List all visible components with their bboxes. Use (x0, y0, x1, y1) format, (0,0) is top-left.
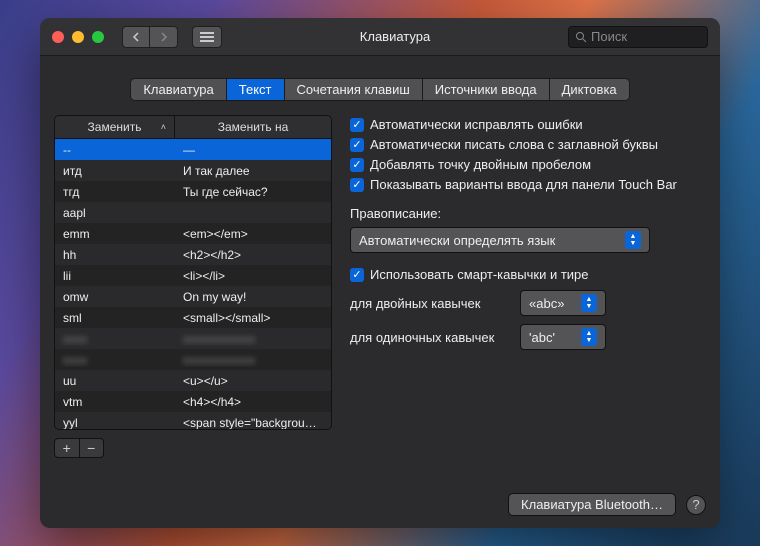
table-row[interactable]: --— (55, 139, 331, 160)
single-quotes-popup[interactable]: 'abc' ▲▼ (520, 324, 606, 350)
help-button[interactable]: ? (686, 495, 706, 515)
table-row[interactable]: hh<h2></h2> (55, 244, 331, 265)
spelling-label: Правописание: (350, 206, 706, 221)
table-row[interactable]: lii<li></li> (55, 265, 331, 286)
cell-with: <u></u> (175, 374, 331, 388)
sort-ascending-icon: ˄ (161, 122, 166, 132)
cell-with: <h2></h2> (175, 248, 331, 262)
minimize-icon[interactable] (72, 31, 84, 43)
checkbox-auto-correct[interactable]: ✓ (350, 118, 364, 132)
cell-with: <h4></h4> (175, 395, 331, 409)
table-row[interactable]: xxxxxxxxxxxxxxxx (55, 349, 331, 370)
label-auto-correct: Автоматически исправлять ошибки (370, 117, 583, 132)
cell-replace: omw (55, 290, 175, 304)
table-row[interactable]: aapl (55, 202, 331, 223)
checkbox-double-space-period[interactable]: ✓ (350, 158, 364, 172)
cell-replace: emm (55, 227, 175, 241)
search-icon (575, 31, 587, 43)
updown-arrows-icon: ▲▼ (581, 294, 597, 312)
show-all-button[interactable] (192, 26, 222, 48)
search-input[interactable]: Поиск (568, 26, 708, 48)
cell-replace: sml (55, 311, 175, 325)
zoom-icon[interactable] (92, 31, 104, 43)
label-double-space-period: Добавлять точку двойным пробелом (370, 157, 591, 172)
cell-replace: тгд (55, 185, 175, 199)
table-row[interactable]: emm<em></em> (55, 223, 331, 244)
spelling-value: Автоматически определять язык (359, 233, 555, 248)
window-title: Клавиатура (230, 29, 560, 44)
cell-with: Ты где сейчас? (175, 185, 331, 199)
updown-arrows-icon: ▲▼ (625, 231, 641, 249)
cell-replace: hh (55, 248, 175, 262)
cell-with: <span style="background… (175, 416, 331, 430)
cell-with: <em></em> (175, 227, 331, 241)
column-replace[interactable]: Заменить ˄ (55, 116, 175, 138)
cell-replace: uu (55, 374, 175, 388)
double-quotes-popup[interactable]: «abc» ▲▼ (520, 290, 606, 316)
tab-keyboard[interactable]: Клавиатура (131, 79, 226, 100)
double-quotes-label: для двойных кавычек (350, 296, 510, 311)
grid-icon (200, 32, 214, 42)
cell-replace: итд (55, 164, 175, 178)
cell-with: <li></li> (175, 269, 331, 283)
cell-with: <small></small> (175, 311, 331, 325)
replacements-table: Заменить ˄ Заменить на --—итдИ так далее… (54, 115, 332, 430)
add-button[interactable]: + (55, 439, 80, 457)
table-row[interactable]: yyl<span style="background… (55, 412, 331, 429)
table-row[interactable]: vtm<h4></h4> (55, 391, 331, 412)
bluetooth-keyboard-button[interactable]: Клавиатура Bluetooth… (508, 493, 676, 516)
updown-arrows-icon: ▲▼ (581, 328, 597, 346)
single-quotes-label: для одиночных кавычек (350, 330, 510, 345)
window-controls (52, 31, 104, 43)
tab-bar: Клавиатура Текст Сочетания клавиш Источн… (40, 78, 720, 101)
table-row[interactable]: xxxxxxxxxxxxxxxx (55, 328, 331, 349)
forward-button[interactable] (150, 26, 178, 48)
cell-replace: xxxx (55, 332, 175, 346)
cell-replace: yyl (55, 416, 175, 430)
nav-back-forward (122, 26, 178, 48)
cell-with: xxxxxxxxxxxx (175, 353, 331, 367)
checkbox-auto-capitalize[interactable]: ✓ (350, 138, 364, 152)
cell-replace: -- (55, 143, 175, 157)
back-button[interactable] (122, 26, 150, 48)
cell-replace: lii (55, 269, 175, 283)
remove-button[interactable]: − (80, 439, 104, 457)
preferences-window: Клавиатура Поиск Клавиатура Текст Сочета… (40, 18, 720, 528)
table-row[interactable]: uu<u></u> (55, 370, 331, 391)
cell-with: — (175, 143, 331, 157)
cell-with: On my way! (175, 290, 331, 304)
label-smart-quotes: Использовать смарт-кавычки и тире (370, 267, 589, 282)
table-row[interactable]: omwOn my way! (55, 286, 331, 307)
label-touch-bar: Показывать варианты ввода для панели Tou… (370, 177, 677, 192)
column-with[interactable]: Заменить на (175, 116, 331, 138)
search-placeholder: Поиск (591, 29, 627, 44)
add-remove-segment: + − (54, 438, 104, 458)
table-row[interactable]: тгдТы где сейчас? (55, 181, 331, 202)
close-icon[interactable] (52, 31, 64, 43)
table-row[interactable]: итдИ так далее (55, 160, 331, 181)
cell-replace: aapl (55, 206, 175, 220)
titlebar: Клавиатура Поиск (40, 18, 720, 56)
double-quotes-value: «abc» (529, 296, 564, 311)
tab-input-sources[interactable]: Источники ввода (423, 79, 550, 100)
cell-replace: vtm (55, 395, 175, 409)
cell-with: xxxxxxxxxxxx (175, 332, 331, 346)
table-row[interactable]: sml<small></small> (55, 307, 331, 328)
tab-text[interactable]: Текст (227, 79, 285, 100)
tab-dictation[interactable]: Диктовка (550, 79, 629, 100)
spelling-popup[interactable]: Автоматически определять язык ▲▼ (350, 227, 650, 253)
label-auto-capitalize: Автоматически писать слова с заглавной б… (370, 137, 658, 152)
single-quotes-value: 'abc' (529, 330, 555, 345)
checkbox-smart-quotes[interactable]: ✓ (350, 268, 364, 282)
cell-replace: xxxx (55, 353, 175, 367)
tab-shortcuts[interactable]: Сочетания клавиш (285, 79, 423, 100)
checkbox-touch-bar[interactable]: ✓ (350, 178, 364, 192)
cell-with: И так далее (175, 164, 331, 178)
